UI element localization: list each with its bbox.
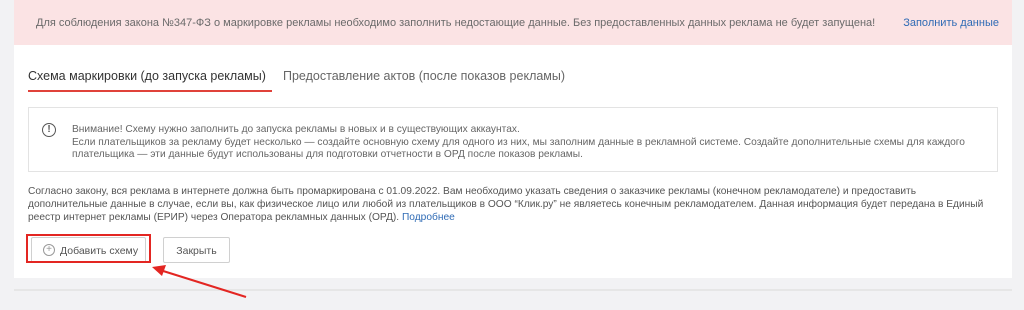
pointer-arrow-icon bbox=[152, 265, 247, 298]
